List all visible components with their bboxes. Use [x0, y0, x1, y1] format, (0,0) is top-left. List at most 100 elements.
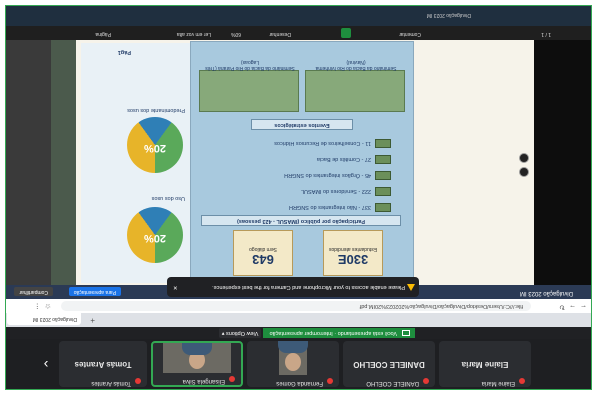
present-icon	[402, 330, 410, 336]
pdf-title: Divulgação 2023 IM	[519, 290, 573, 296]
participant-name: Tomás Arantes	[91, 380, 131, 386]
participant-label: DANIELE COELHO	[353, 360, 425, 369]
rotated-screen: Elaine Maria Elaine Maria DANIELE COELHO…	[6, 6, 591, 389]
read-aloud-button[interactable]: Ler em voz alta	[177, 31, 211, 37]
book-icon	[375, 202, 391, 212]
list-item: 11 - Conselheiros de Recursos Hídricos	[201, 138, 391, 148]
participant-tile[interactable]: DANIELE COELHO DANIELE COELHO	[343, 341, 435, 387]
item-text: 45 - Órgãos integrantes do SNGRH	[284, 172, 371, 178]
item-text: 27 - Comitês de Bacia	[316, 156, 371, 162]
item-text: 11 - Conselheiros de Recursos Hídricos	[274, 140, 371, 146]
scroll-down-icon[interactable]	[519, 153, 529, 163]
participant-name: Elaine Maria	[481, 380, 515, 386]
participant-label: Elaine Maria	[461, 360, 509, 369]
pdf-toolbar: 1 / 1 Comentar Desenhar 60% Ler em voz a…	[6, 26, 591, 40]
presenting-text: Você está apresentando · Interromper apr…	[269, 330, 398, 336]
event-caption: Seminário da Bacia do Rio Paraná (Três L…	[205, 59, 295, 71]
stat-value: 330E	[337, 252, 369, 267]
event-caption: Seminário da Bacia do Rio Ivinhema (Navi…	[315, 59, 397, 71]
participant-tile[interactable]: Elaine Maria Elaine Maria	[439, 341, 531, 387]
address-bar[interactable]: file:///C:/Users/Desktop/Divulgação/Divu…	[61, 301, 531, 311]
section-heading: Eventos estratégicos	[251, 119, 353, 130]
permission-toast: Please enable access to your Microphone …	[167, 277, 419, 297]
draw-button[interactable]: Desenhar	[269, 31, 291, 37]
document-area: 20% 20% Uso dos usos Predominante dos us…	[6, 40, 591, 285]
video-head	[285, 353, 301, 371]
nav-icons[interactable]: ←→↻	[555, 303, 587, 311]
view-options-label: View Options	[226, 330, 259, 336]
participant-name: DANIELE COELHO	[366, 380, 419, 386]
browser-tab[interactable]: Divulgação 2023 IM	[7, 313, 81, 325]
pie-chart: 20%	[127, 207, 183, 263]
mic-off-icon	[229, 376, 235, 382]
participant-tile[interactable]: Elisangela Silva	[151, 341, 243, 387]
mic-off-icon	[327, 378, 333, 384]
tab-title: Divulgação 2023 IM	[32, 316, 77, 322]
zoom-level[interactable]: 60%	[231, 31, 241, 37]
participant-label: Tomás Arantes	[74, 360, 132, 369]
participant-name: Elisangela Silva	[182, 378, 225, 384]
item-text: 337 - Não integrantes do SNGRH	[289, 204, 371, 210]
view-options-button[interactable]: View Options ▾	[219, 328, 261, 338]
url-text: file:///C:/Users/Desktop/Divulgação/Divu…	[359, 303, 523, 309]
section-heading: Participação por público (IMASUL - 423 p…	[201, 215, 401, 226]
panel-label: Uso dos usos	[151, 195, 185, 201]
stat-label: Estudantes atendidos	[328, 246, 378, 252]
page-button[interactable]: Página	[95, 31, 111, 37]
item-text: 222 - Servidores do IMASUL	[300, 188, 371, 194]
participant-video	[278, 341, 308, 375]
mic-off-icon	[135, 378, 141, 384]
book-icon	[375, 170, 391, 180]
share-button[interactable]: Compartilhar	[14, 287, 53, 296]
video-body	[278, 341, 308, 353]
screen-frame: Elaine Maria Elaine Maria DANIELE COELHO…	[5, 5, 592, 390]
pdf-page: 20% 20% Uso dos usos Predominante dos us…	[76, 40, 534, 285]
next-participants-button[interactable]: ›	[36, 355, 56, 375]
presenting-bar: Você está apresentando · Interromper apr…	[6, 327, 591, 339]
event-image	[305, 70, 405, 112]
new-tab-icon[interactable]: +	[90, 316, 95, 325]
panel-label: Predominante dos usos	[127, 107, 185, 113]
comment-button[interactable]: Comentar	[399, 31, 421, 37]
browser-tab-bar: Divulgação 2023 IM +	[6, 313, 591, 327]
left-panel: 20% 20% Uso dos usos Predominante dos us…	[81, 43, 191, 283]
mic-off-icon	[519, 378, 525, 384]
infographic-poster: 330E Estudantes atendidos 643 Sem diálog…	[190, 41, 414, 283]
stat-label: Sem diálogo	[249, 246, 277, 252]
page-indicator[interactable]: 1 / 1	[541, 31, 551, 37]
page-label: Pág1	[117, 49, 131, 55]
pie-percent: 20%	[143, 232, 167, 244]
participant-tile[interactable]: Tomás Arantes Tomás Arantes	[59, 341, 147, 387]
list-item: 222 - Servidores do IMASUL	[201, 186, 391, 196]
pie-percent: 20%	[143, 142, 167, 154]
stat-value: 643	[252, 252, 274, 267]
stat-card: 643 Sem diálogo	[233, 230, 293, 276]
window-top-strip: Divulgação 2023 IM	[6, 6, 591, 26]
presenting-banner[interactable]: Você está apresentando · Interromper apr…	[263, 328, 415, 338]
participant-video	[163, 343, 231, 373]
warning-icon	[407, 284, 415, 291]
browser-actions-icon[interactable]: ☆⋮	[30, 302, 51, 310]
book-icon	[375, 186, 391, 196]
mic-off-icon	[423, 378, 429, 384]
present-mode-button[interactable]: Para apresentação	[68, 287, 121, 296]
book-icon	[375, 154, 391, 164]
close-icon[interactable]: ✕	[173, 277, 178, 297]
right-thumbnail	[51, 40, 76, 285]
list-item: 337 - Não integrantes do SNGRH	[201, 202, 391, 212]
list-item: 45 - Órgãos integrantes do SNGRH	[201, 170, 391, 180]
participant-name: Fernanda Gomes	[276, 380, 323, 386]
stat-card: 330E Estudantes atendidos	[323, 230, 383, 276]
video-body	[182, 343, 212, 355]
strip-title: Divulgação 2023 IM	[426, 12, 471, 18]
participant-tile[interactable]: Fernanda Gomes	[247, 341, 339, 387]
left-margin	[534, 40, 591, 285]
scroll-up-icon[interactable]	[519, 167, 529, 177]
event-image	[199, 70, 299, 112]
participants-strip: Elaine Maria Elaine Maria DANIELE COELHO…	[6, 339, 591, 389]
list-item: 27 - Comitês de Bacia	[201, 154, 391, 164]
pie-chart: 20%	[127, 117, 183, 173]
add-icon[interactable]	[341, 28, 351, 38]
toast-text: Please enable access to your Microphone …	[212, 284, 405, 290]
address-row: ←→↻ file:///C:/Users/Desktop/Divulgação/…	[6, 298, 591, 313]
